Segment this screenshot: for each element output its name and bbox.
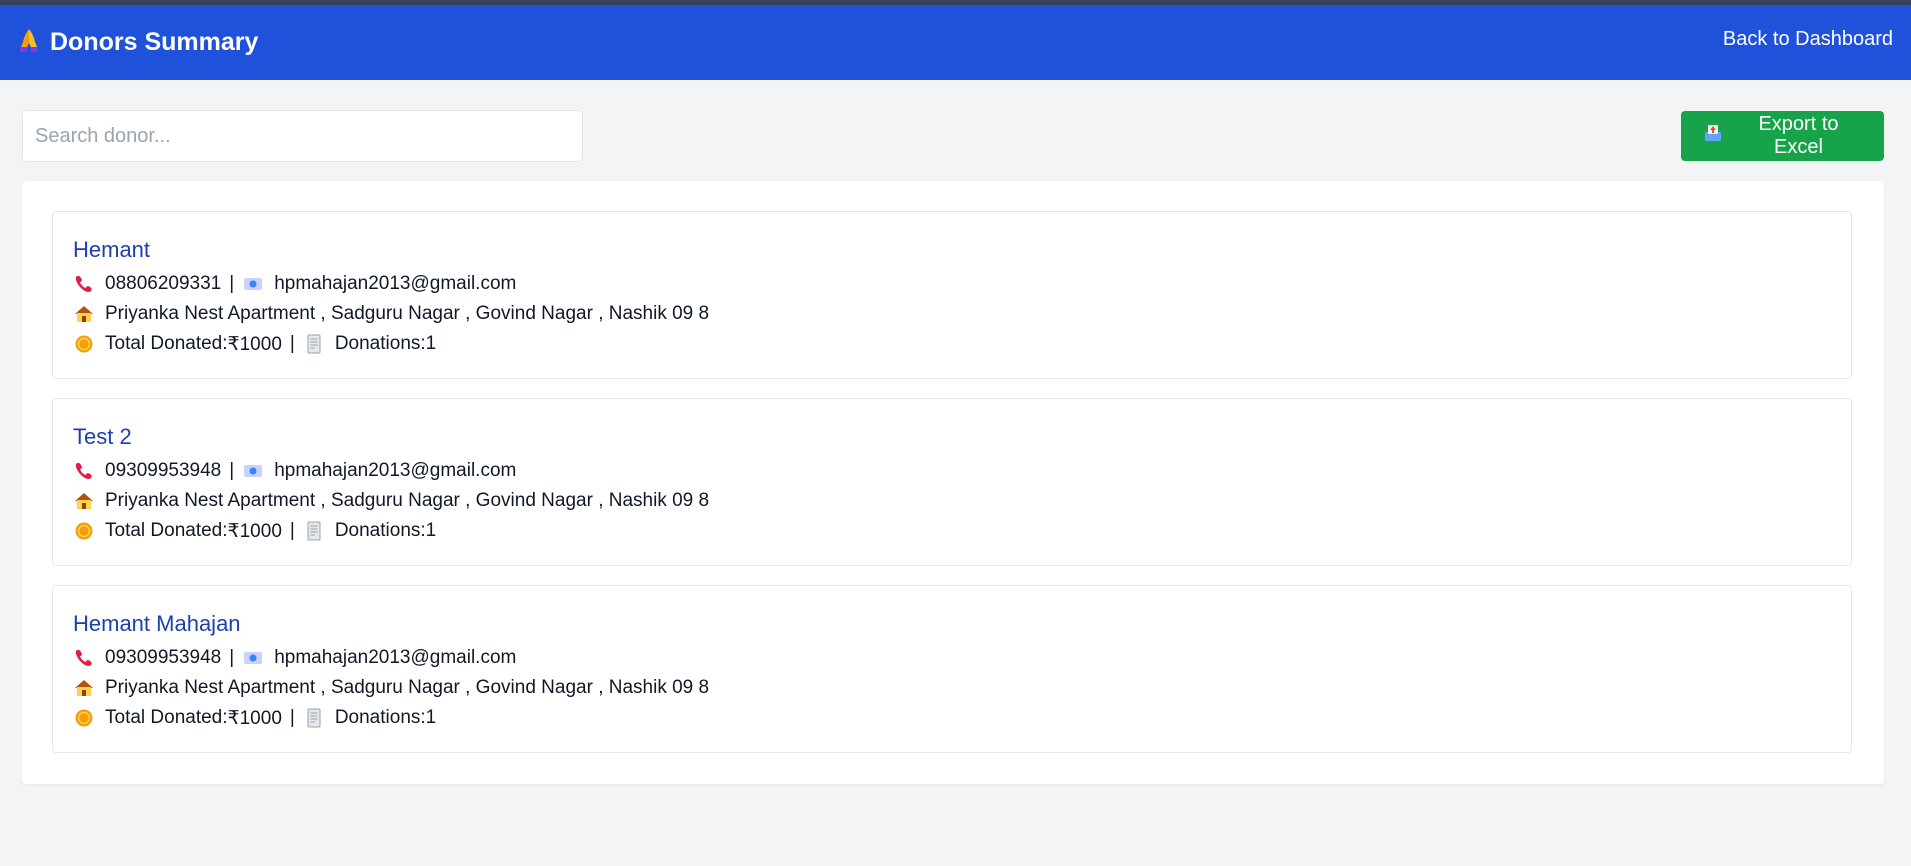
separator: | bbox=[229, 460, 235, 481]
id-card-icon bbox=[242, 648, 266, 668]
donation-row: Total Donated: ₹1000 | Donations: 1 bbox=[73, 516, 1831, 546]
donor-email: hpmahajan2013@gmail.com bbox=[274, 460, 517, 481]
receipt-icon bbox=[303, 708, 327, 728]
donor-phone: 08806209331 bbox=[105, 273, 222, 294]
separator: | bbox=[289, 520, 295, 541]
back-to-dashboard-link[interactable]: Back to Dashboard bbox=[1723, 28, 1893, 51]
toolbar: Export to Excel bbox=[22, 110, 1884, 162]
donor-name: Hemant bbox=[73, 237, 151, 262]
app-header: Donors Summary Back to Dashboard bbox=[0, 5, 1911, 80]
total-donated-value: ₹1000 bbox=[227, 520, 282, 542]
donor-email: hpmahajan2013@gmail.com bbox=[274, 273, 517, 294]
donor-name: Test 2 bbox=[73, 424, 132, 449]
separator: | bbox=[229, 273, 235, 294]
outbox-tray-icon bbox=[1703, 123, 1723, 149]
export-label: Export to Excel bbox=[1758, 113, 1839, 158]
house-icon bbox=[73, 678, 97, 698]
id-card-icon bbox=[242, 461, 266, 481]
contact-row: 09309953948 | hpmahajan2013@gmail.com bbox=[73, 456, 1831, 486]
export-to-excel-button[interactable]: Export to Excel bbox=[1681, 111, 1884, 161]
donor-address: Priyanka Nest Apartment , Sadguru Nagar … bbox=[105, 677, 710, 698]
donation-row: Total Donated: ₹1000 | Donations: 1 bbox=[73, 703, 1831, 733]
contact-row: 08806209331 | hpmahajan2013@gmail.com bbox=[73, 269, 1831, 299]
donations-label: Donations: bbox=[334, 520, 426, 541]
search-input[interactable] bbox=[22, 110, 583, 162]
donor-card: Hemant 08806209331 | hpmahajan2013@gmail… bbox=[52, 211, 1852, 379]
donor-card: Hemant Mahajan 09309953948 | hpmahajan20… bbox=[52, 585, 1852, 753]
donor-address: Priyanka Nest Apartment , Sadguru Nagar … bbox=[105, 490, 710, 511]
donations-count: 1 bbox=[425, 333, 437, 354]
total-donated-value: ₹1000 bbox=[227, 707, 282, 729]
donor-address: Priyanka Nest Apartment , Sadguru Nagar … bbox=[105, 303, 710, 324]
donor-name: Hemant Mahajan bbox=[73, 611, 241, 636]
separator: | bbox=[289, 707, 295, 728]
donations-count: 1 bbox=[425, 520, 437, 541]
donor-phone: 09309953948 bbox=[105, 460, 222, 481]
address-row: Priyanka Nest Apartment , Sadguru Nagar … bbox=[73, 673, 1831, 703]
donor-email: hpmahajan2013@gmail.com bbox=[274, 647, 517, 668]
house-icon bbox=[73, 491, 97, 511]
telephone-receiver-icon bbox=[73, 274, 97, 294]
contact-row: 09309953948 | hpmahajan2013@gmail.com bbox=[73, 643, 1831, 673]
house-icon bbox=[73, 304, 97, 324]
total-donated-value: ₹1000 bbox=[227, 333, 282, 355]
praying-hands-icon bbox=[18, 27, 40, 58]
page-title: Donors Summary bbox=[50, 28, 259, 56]
donations-label: Donations: bbox=[334, 707, 426, 728]
separator: | bbox=[289, 333, 295, 354]
telephone-receiver-icon bbox=[73, 648, 97, 668]
id-card-icon bbox=[242, 274, 266, 294]
separator: | bbox=[229, 647, 235, 668]
donation-row: Total Donated: ₹1000 | Donations: 1 bbox=[73, 329, 1831, 359]
address-row: Priyanka Nest Apartment , Sadguru Nagar … bbox=[73, 299, 1831, 329]
donor-list: Hemant 08806209331 | hpmahajan2013@gmail… bbox=[22, 181, 1884, 784]
telephone-receiver-icon bbox=[73, 461, 97, 481]
coin-icon bbox=[73, 708, 97, 728]
address-row: Priyanka Nest Apartment , Sadguru Nagar … bbox=[73, 486, 1831, 516]
total-donated-label: Total Donated: bbox=[105, 333, 228, 354]
donations-label: Donations: bbox=[334, 333, 426, 354]
receipt-icon bbox=[303, 521, 327, 541]
total-donated-label: Total Donated: bbox=[105, 707, 228, 728]
brand: Donors Summary bbox=[18, 27, 258, 58]
coin-icon bbox=[73, 334, 97, 354]
donations-count: 1 bbox=[425, 707, 437, 728]
donor-card: Test 2 09309953948 | hpmahajan2013@gmail… bbox=[52, 398, 1852, 566]
donor-phone: 09309953948 bbox=[105, 647, 222, 668]
coin-icon bbox=[73, 521, 97, 541]
receipt-icon bbox=[303, 334, 327, 354]
total-donated-label: Total Donated: bbox=[105, 520, 228, 541]
